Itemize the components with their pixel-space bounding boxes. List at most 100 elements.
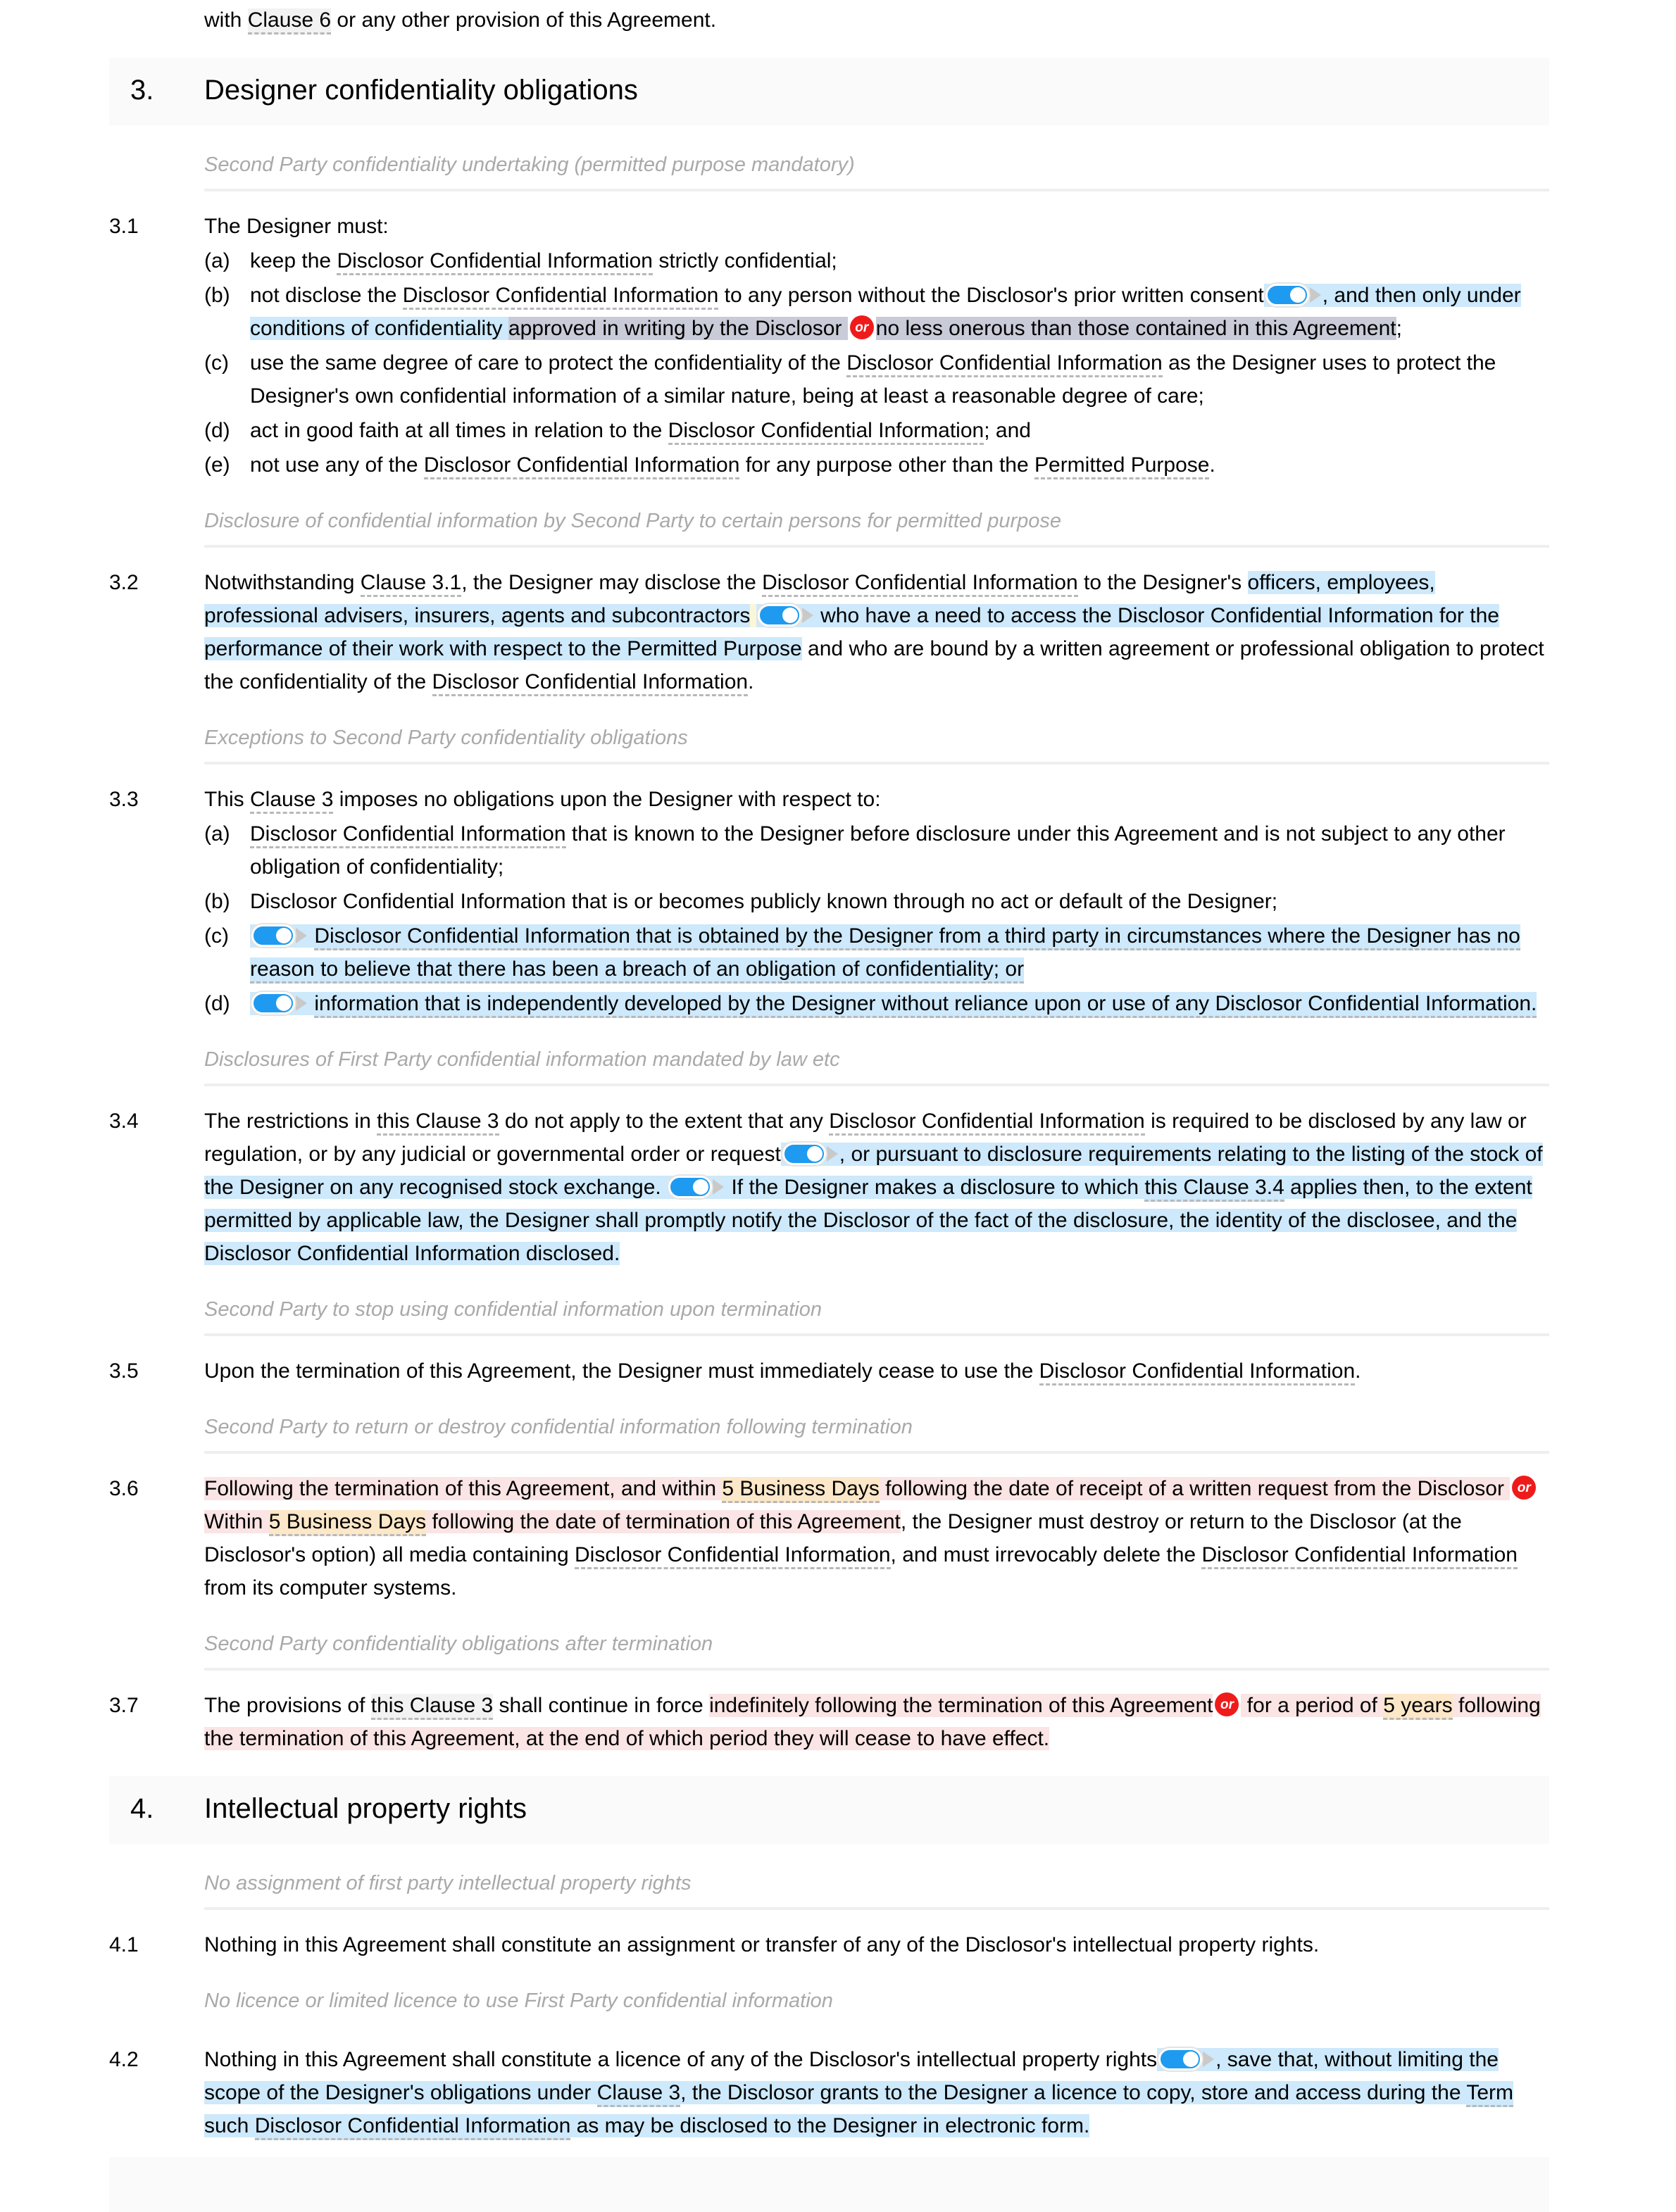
text-run: The restrictions in (204, 1110, 377, 1133)
clause-caption-4-2: No licence or limited licence to use Fir… (204, 1990, 833, 2012)
variable-5-years[interactable]: 5 years (1383, 1694, 1453, 1720)
defined-term-clause-6[interactable]: Clause 6 (247, 8, 332, 34)
highlighted-text-blue: such (204, 2114, 255, 2137)
sub-item-letter: (b) (204, 284, 230, 307)
sub-item-b: (b) not disclose the Disclosor Confident… (204, 279, 1549, 345)
highlighted-text-pink: indefinitely following the termination o… (709, 1694, 1213, 1717)
variable-5-business-days[interactable]: 5 Business Days (268, 1510, 427, 1536)
defined-term-dci[interactable]: Disclosor Confidential Information (668, 419, 984, 445)
clause-body: Notwithstanding Clause 3.1, the Designer… (204, 566, 1549, 698)
play-triangle-icon (826, 1146, 838, 1162)
clause-caption-3-5: Second Party to stop using confidential … (204, 1295, 1549, 1336)
sub-item-text: keep the Disclosor Confidential Informat… (250, 244, 1549, 277)
text-run: imposes no obligations upon the Designer… (333, 788, 881, 811)
toggle-switch-on-icon[interactable] (1158, 2048, 1215, 2071)
clause-caption-3-3: Exceptions to Second Party confidentiali… (204, 724, 1549, 765)
text-run: for any purpose other than the (739, 453, 1034, 477)
defined-term-dci[interactable]: Disclosor Confidential Information (762, 571, 1078, 597)
toggle-switch-on-icon[interactable] (1265, 284, 1321, 307)
defined-term-clause-3[interactable]: Clause 3 (250, 788, 334, 814)
sub-item-letter: (b) (204, 890, 230, 913)
text-run: from its computer systems. (204, 1576, 457, 1600)
highlighted-text-blue: , the Disclosor grants to the Designer a… (680, 2081, 1467, 2104)
text-run: . (1355, 1359, 1361, 1383)
highlighted-text-blue: as may be disclosed to the Designer in e… (570, 2114, 1090, 2137)
play-triangle-icon (296, 995, 307, 1012)
clause-number: 4.2 (109, 2048, 139, 2071)
play-triangle-icon (296, 928, 307, 944)
clause-body: Following the termination of this Agreem… (204, 1472, 1549, 1604)
clause-3-1: 3.1 The Designer must: (a) keep the Disc… (109, 210, 1549, 482)
toggle-switch-on-icon[interactable] (251, 992, 307, 1015)
clause-caption-3-7: Second Party confidentiality obligations… (204, 1630, 1549, 1671)
toggle-switch-on-icon[interactable] (668, 1176, 725, 1199)
clause-3-6: 3.6 Following the termination of this Ag… (109, 1472, 1549, 1604)
toggle-switch-on-icon[interactable] (782, 1143, 838, 1166)
defined-term-term[interactable]: Term (1466, 2081, 1513, 2107)
clause-number: 3.3 (109, 788, 139, 811)
or-alternative-badge-icon[interactable]: or (1215, 1692, 1239, 1717)
defined-term-dci[interactable]: Disclosor Confidential Information (846, 351, 1163, 377)
defined-term-dci[interactable]: Disclosor Confidential Information (250, 822, 566, 848)
sub-item-e: (e) not use any of the Disclosor Confide… (204, 448, 1549, 482)
sub-item-text: not use any of the Disclosor Confidentia… (250, 448, 1549, 482)
text-run: The provisions of (204, 1694, 371, 1717)
variable-5-business-days[interactable]: 5 Business Days (722, 1477, 880, 1503)
defined-term-clause-3[interactable]: this Clause 3 (377, 1110, 499, 1136)
clause-number: 3.2 (109, 571, 139, 594)
text-run: Upon the termination of this Agreement, … (204, 1359, 1039, 1383)
defined-term-dci[interactable]: Disclosor Confidential Information (1201, 1543, 1518, 1569)
text-run: to the Designer's (1077, 571, 1248, 594)
defined-term-dci[interactable]: Disclosor Confidential Information (402, 284, 719, 310)
text-run: act in good faith at all times in relati… (250, 419, 668, 442)
sub-item-letter: (c) (204, 351, 229, 375)
or-alternative-badge-icon[interactable]: or (849, 315, 874, 340)
sub-item-d: (d) information that is independently de… (204, 987, 1549, 1020)
highlighted-text-lavender: no less onerous than those contained in … (875, 317, 1396, 340)
clause-3-5: 3.5 Upon the termination of this Agreeme… (109, 1355, 1549, 1388)
defined-term-permitted-purpose[interactable]: Permitted Purpose (1034, 453, 1210, 479)
clause-body: This Clause 3 imposes no obligations upo… (204, 783, 1549, 1020)
section-title: Designer confidentiality obligations (204, 75, 638, 106)
highlighted-text-pink: following the date of termination of thi… (426, 1510, 901, 1533)
toggle-switch-on-icon[interactable] (757, 604, 813, 627)
clause-4-2: 4.2 Nothing in this Agreement shall cons… (109, 2043, 1549, 2142)
highlighted-text-lavender: approved in writing by the Disclosor (508, 317, 848, 340)
text-run: ; (1396, 317, 1402, 340)
clause-body: Upon the termination of this Agreement, … (204, 1355, 1549, 1388)
defined-term-dci[interactable]: Disclosor Confidential Information (432, 670, 749, 696)
clause-caption-3-1: Second Party confidentiality undertaking… (204, 151, 1549, 191)
highlighted-text-blue: If the Designer makes a disclosure to wh… (731, 1176, 1145, 1199)
clause-caption-3-2: Disclosure of confidential information b… (204, 507, 1549, 548)
or-alternative-badge-icon[interactable]: or (1512, 1476, 1537, 1500)
defined-term-clause-3-1[interactable]: Clause 3.1 (360, 571, 462, 597)
text-run: , the Designer may disclose the (461, 571, 763, 594)
defined-term-clause-3[interactable]: Clause 3 (596, 2081, 681, 2107)
highlighted-text-pink: Within (204, 1510, 269, 1533)
sub-item-a: (a) Disclosor Confidential Information t… (204, 817, 1549, 884)
clause-3-7: 3.7 The provisions of this Clause 3 shal… (109, 1689, 1549, 1755)
sub-item-letter: (d) (204, 419, 230, 442)
defined-term-clause-3-4[interactable]: this Clause 3.4 (1144, 1176, 1284, 1202)
clause-caption-4-1: No assignment of first party intellectua… (204, 1869, 1549, 1910)
sub-item-letter: (e) (204, 453, 230, 477)
sub-item-text: Disclosor Confidential Information that … (250, 885, 1549, 918)
sub-item-text: Disclosor Confidential Information that … (250, 817, 1549, 884)
defined-term-dci[interactable]: Disclosor Confidential Information (1039, 1359, 1356, 1385)
sub-item-text: act in good faith at all times in relati… (250, 414, 1549, 447)
defined-term-dci[interactable]: Disclosor Confidential Information (254, 2114, 571, 2140)
text-run: use the same degree of care to protect t… (250, 351, 847, 375)
toggle-switch-on-icon[interactable] (251, 924, 307, 948)
defined-term-clause-3[interactable]: this Clause 3 (370, 1694, 494, 1720)
play-triangle-icon (1203, 2051, 1215, 2068)
defined-term-dci[interactable]: Disclosor Confidential Information (423, 453, 740, 479)
section-heading-3: 3. Designer confidentiality obligations (109, 58, 1549, 125)
sub-item-letter: (d) (204, 992, 230, 1015)
defined-term-dci[interactable]: Disclosor Confidential Information (337, 249, 653, 275)
continued-paragraph: with Clause 6 or any other provision of … (0, 0, 1676, 37)
text-run: Disclosor Confidential Information (250, 890, 566, 913)
clause-body: The restrictions in this Clause 3 do not… (204, 1105, 1549, 1270)
defined-term-dci[interactable]: Disclosor Confidential Information (829, 1110, 1145, 1136)
section-title: Intellectual property rights (204, 1793, 527, 1824)
defined-term-dci[interactable]: Disclosor Confidential Information (574, 1543, 891, 1569)
